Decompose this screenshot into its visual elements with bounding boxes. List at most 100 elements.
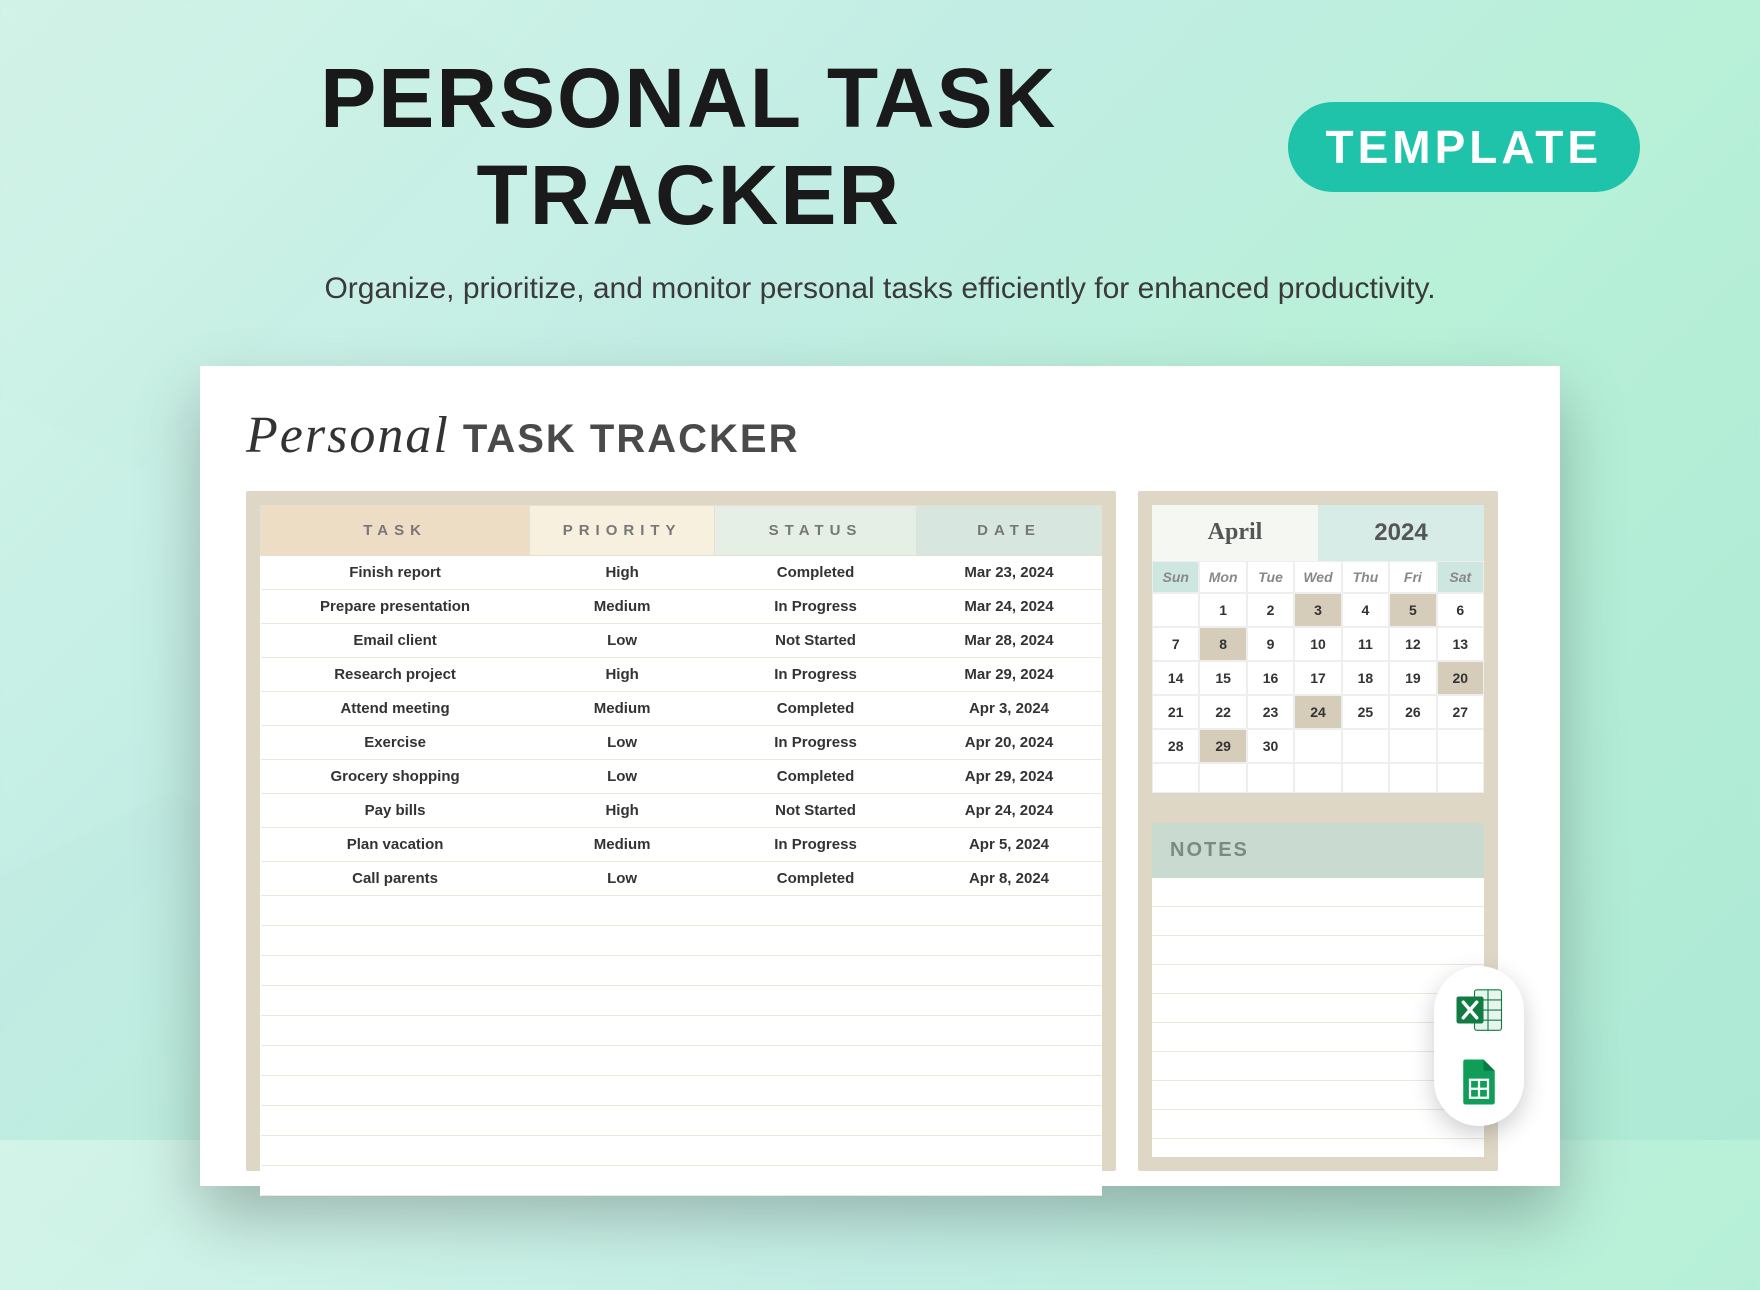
empty-cell[interactable] <box>261 1136 530 1166</box>
calendar-day[interactable] <box>1389 763 1436 793</box>
calendar-day[interactable]: 5 <box>1389 593 1436 627</box>
date-cell[interactable]: Apr 29, 2024 <box>916 760 1101 794</box>
calendar-day[interactable]: 11 <box>1342 627 1389 661</box>
calendar-day[interactable]: 4 <box>1342 593 1389 627</box>
empty-cell[interactable] <box>261 926 530 956</box>
calendar-day[interactable]: 21 <box>1152 695 1199 729</box>
empty-cell[interactable] <box>916 1106 1101 1136</box>
calendar-day[interactable]: 16 <box>1247 661 1294 695</box>
priority-cell[interactable]: High <box>530 658 715 692</box>
calendar-day[interactable]: 17 <box>1294 661 1341 695</box>
empty-cell[interactable] <box>261 1046 530 1076</box>
date-cell[interactable]: Mar 28, 2024 <box>916 624 1101 658</box>
table-row[interactable]: Pay billsHighNot StartedApr 24, 2024 <box>261 794 1102 828</box>
empty-cell[interactable] <box>261 1016 530 1046</box>
calendar-day[interactable] <box>1437 763 1484 793</box>
empty-cell[interactable] <box>261 1106 530 1136</box>
task-cell[interactable]: Attend meeting <box>261 692 530 726</box>
task-cell[interactable]: Plan vacation <box>261 828 530 862</box>
task-cell[interactable]: Grocery shopping <box>261 760 530 794</box>
table-row[interactable] <box>261 986 1102 1016</box>
calendar-day[interactable]: 2 <box>1247 593 1294 627</box>
calendar-day[interactable]: 20 <box>1437 661 1484 695</box>
date-cell[interactable]: Apr 20, 2024 <box>916 726 1101 760</box>
empty-cell[interactable] <box>916 1166 1101 1196</box>
table-row[interactable] <box>261 896 1102 926</box>
empty-cell[interactable] <box>916 926 1101 956</box>
date-cell[interactable]: Apr 5, 2024 <box>916 828 1101 862</box>
calendar-day[interactable]: 3 <box>1294 593 1341 627</box>
task-cell[interactable]: Call parents <box>261 862 530 896</box>
calendar-day[interactable] <box>1437 729 1484 763</box>
empty-cell[interactable] <box>530 1136 715 1166</box>
empty-cell[interactable] <box>916 1136 1101 1166</box>
priority-cell[interactable]: High <box>530 794 715 828</box>
priority-cell[interactable]: Medium <box>530 692 715 726</box>
calendar-day[interactable]: 14 <box>1152 661 1199 695</box>
date-cell[interactable]: Apr 3, 2024 <box>916 692 1101 726</box>
empty-cell[interactable] <box>261 896 530 926</box>
task-cell[interactable]: Research project <box>261 658 530 692</box>
calendar-day[interactable]: 24 <box>1294 695 1341 729</box>
empty-cell[interactable] <box>530 896 715 926</box>
task-cell[interactable]: Pay bills <box>261 794 530 828</box>
empty-cell[interactable] <box>916 1016 1101 1046</box>
empty-cell[interactable] <box>916 986 1101 1016</box>
status-cell[interactable]: In Progress <box>715 590 917 624</box>
empty-cell[interactable] <box>715 1046 917 1076</box>
table-row[interactable] <box>261 926 1102 956</box>
empty-cell[interactable] <box>530 1016 715 1046</box>
calendar-day[interactable]: 26 <box>1389 695 1436 729</box>
empty-cell[interactable] <box>530 986 715 1016</box>
calendar-day[interactable]: 7 <box>1152 627 1199 661</box>
priority-cell[interactable]: High <box>530 556 715 590</box>
status-cell[interactable]: In Progress <box>715 658 917 692</box>
date-cell[interactable]: Mar 24, 2024 <box>916 590 1101 624</box>
calendar-day[interactable]: 25 <box>1342 695 1389 729</box>
empty-cell[interactable] <box>715 1136 917 1166</box>
calendar-day[interactable] <box>1294 729 1341 763</box>
calendar-day[interactable]: 22 <box>1199 695 1246 729</box>
table-row[interactable]: ExerciseLowIn ProgressApr 20, 2024 <box>261 726 1102 760</box>
calendar-day[interactable] <box>1152 593 1199 627</box>
table-row[interactable] <box>261 1016 1102 1046</box>
empty-cell[interactable] <box>916 1046 1101 1076</box>
calendar-day[interactable]: 28 <box>1152 729 1199 763</box>
priority-cell[interactable]: Low <box>530 862 715 896</box>
date-cell[interactable]: Mar 23, 2024 <box>916 556 1101 590</box>
priority-cell[interactable]: Medium <box>530 590 715 624</box>
empty-cell[interactable] <box>530 1076 715 1106</box>
calendar-day[interactable] <box>1342 729 1389 763</box>
calendar-day[interactable] <box>1342 763 1389 793</box>
status-cell[interactable]: Completed <box>715 862 917 896</box>
calendar-day[interactable]: 8 <box>1199 627 1246 661</box>
empty-cell[interactable] <box>715 986 917 1016</box>
task-cell[interactable]: Exercise <box>261 726 530 760</box>
table-row[interactable]: Call parentsLowCompletedApr 8, 2024 <box>261 862 1102 896</box>
status-cell[interactable]: In Progress <box>715 828 917 862</box>
calendar-day[interactable]: 23 <box>1247 695 1294 729</box>
date-cell[interactable]: Apr 8, 2024 <box>916 862 1101 896</box>
calendar-day[interactable]: 15 <box>1199 661 1246 695</box>
status-cell[interactable]: Completed <box>715 760 917 794</box>
status-cell[interactable]: Completed <box>715 692 917 726</box>
calendar-day[interactable] <box>1247 763 1294 793</box>
empty-cell[interactable] <box>261 956 530 986</box>
status-cell[interactable]: Completed <box>715 556 917 590</box>
table-row[interactable]: Attend meetingMediumCompletedApr 3, 2024 <box>261 692 1102 726</box>
date-cell[interactable]: Mar 29, 2024 <box>916 658 1101 692</box>
calendar-day[interactable]: 1 <box>1199 593 1246 627</box>
empty-cell[interactable] <box>715 1016 917 1046</box>
table-row[interactable]: Email clientLowNot StartedMar 28, 2024 <box>261 624 1102 658</box>
empty-cell[interactable] <box>530 1106 715 1136</box>
table-row[interactable] <box>261 1046 1102 1076</box>
status-cell[interactable]: Not Started <box>715 624 917 658</box>
empty-cell[interactable] <box>261 986 530 1016</box>
empty-cell[interactable] <box>530 1046 715 1076</box>
calendar-day[interactable]: 9 <box>1247 627 1294 661</box>
empty-cell[interactable] <box>715 956 917 986</box>
table-row[interactable] <box>261 1076 1102 1106</box>
calendar-day[interactable]: 27 <box>1437 695 1484 729</box>
priority-cell[interactable]: Low <box>530 726 715 760</box>
calendar-day[interactable] <box>1389 729 1436 763</box>
